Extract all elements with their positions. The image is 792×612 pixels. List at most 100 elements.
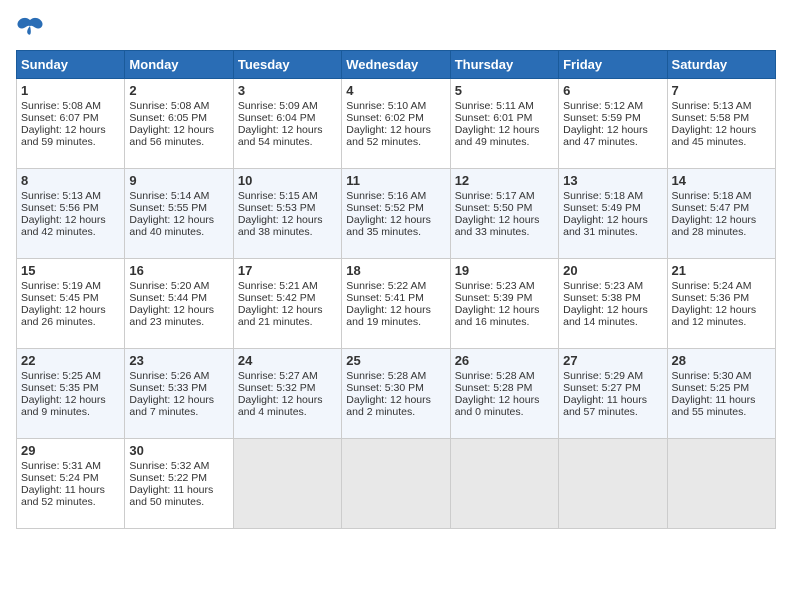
calendar-cell: 23Sunrise: 5:26 AMSunset: 5:33 PMDayligh… — [125, 349, 233, 439]
cell-text: Sunrise: 5:23 AM — [563, 280, 662, 292]
cell-text: and 28 minutes. — [672, 226, 771, 238]
cell-text: Sunset: 5:59 PM — [563, 112, 662, 124]
cell-text: and 14 minutes. — [563, 316, 662, 328]
cell-text: and 0 minutes. — [455, 406, 554, 418]
calendar-table: SundayMondayTuesdayWednesdayThursdayFrid… — [16, 50, 776, 529]
cell-text: Sunrise: 5:09 AM — [238, 100, 337, 112]
calendar-cell — [342, 439, 450, 529]
cell-text: Sunrise: 5:14 AM — [129, 190, 228, 202]
cell-text: Sunrise: 5:08 AM — [21, 100, 120, 112]
calendar-cell: 28Sunrise: 5:30 AMSunset: 5:25 PMDayligh… — [667, 349, 775, 439]
day-number: 26 — [455, 353, 554, 368]
day-number: 1 — [21, 83, 120, 98]
day-number: 23 — [129, 353, 228, 368]
cell-text: Sunset: 5:30 PM — [346, 382, 445, 394]
cell-text: and 52 minutes. — [346, 136, 445, 148]
day-number: 28 — [672, 353, 771, 368]
cell-text: Sunset: 5:42 PM — [238, 292, 337, 304]
cell-text: Daylight: 11 hours — [21, 484, 120, 496]
day-number: 21 — [672, 263, 771, 278]
cell-text: Sunrise: 5:19 AM — [21, 280, 120, 292]
day-number: 5 — [455, 83, 554, 98]
cell-text: and 35 minutes. — [346, 226, 445, 238]
cell-text: Sunrise: 5:15 AM — [238, 190, 337, 202]
cell-text: Sunrise: 5:22 AM — [346, 280, 445, 292]
cell-text: Sunrise: 5:26 AM — [129, 370, 228, 382]
cell-text: Daylight: 12 hours — [672, 124, 771, 136]
cell-text: Sunrise: 5:27 AM — [238, 370, 337, 382]
day-number: 24 — [238, 353, 337, 368]
cell-text: Daylight: 12 hours — [346, 124, 445, 136]
calendar-cell: 5Sunrise: 5:11 AMSunset: 6:01 PMDaylight… — [450, 79, 558, 169]
calendar-cell: 27 Sunrise: 5:29 AMSunset: 5:27 PMDayligh… — [559, 349, 667, 439]
cell-text: Daylight: 12 hours — [238, 124, 337, 136]
cell-text: and 52 minutes. — [21, 496, 120, 508]
calendar-cell — [233, 439, 341, 529]
calendar-cell: 14Sunrise: 5:18 AMSunset: 5:47 PMDayligh… — [667, 169, 775, 259]
weekday-header-saturday: Saturday — [667, 51, 775, 79]
day-number: 30 — [129, 443, 228, 458]
cell-text: and 38 minutes. — [238, 226, 337, 238]
cell-text: and 54 minutes. — [238, 136, 337, 148]
calendar-cell: 11Sunrise: 5:16 AMSunset: 5:52 PMDayligh… — [342, 169, 450, 259]
weekday-header-monday: Monday — [125, 51, 233, 79]
cell-text: Sunrise: 5:11 AM — [455, 100, 554, 112]
cell-text: Daylight: 12 hours — [563, 304, 662, 316]
cell-text: Daylight: 12 hours — [455, 394, 554, 406]
day-number: 29 — [21, 443, 120, 458]
cell-text: Sunrise: 5:18 AM — [672, 190, 771, 202]
cell-text: and 47 minutes. — [563, 136, 662, 148]
cell-text: Sunset: 5:53 PM — [238, 202, 337, 214]
calendar-cell: 10Sunrise: 5:15 AMSunset: 5:53 PMDayligh… — [233, 169, 341, 259]
logo — [16, 16, 48, 38]
cell-text: and 4 minutes. — [238, 406, 337, 418]
cell-text: Sunset: 5:27 PM — [563, 382, 662, 394]
cell-text: Sunset: 5:24 PM — [21, 472, 120, 484]
day-number: 16 — [129, 263, 228, 278]
cell-text: Sunrise: 5:29 AM — [563, 370, 662, 382]
cell-text: Sunset: 5:50 PM — [455, 202, 554, 214]
calendar-cell: 22Sunrise: 5:25 AMSunset: 5:35 PMDayligh… — [17, 349, 125, 439]
day-number: 3 — [238, 83, 337, 98]
cell-text: and 21 minutes. — [238, 316, 337, 328]
calendar-cell: 26Sunrise: 5:28 AMSunset: 5:28 PMDayligh… — [450, 349, 558, 439]
calendar-cell: 19Sunrise: 5:23 AMSunset: 5:39 PMDayligh… — [450, 259, 558, 349]
cell-text: Daylight: 12 hours — [346, 214, 445, 226]
cell-text: Daylight: 12 hours — [455, 214, 554, 226]
cell-text: Daylight: 11 hours — [672, 394, 771, 406]
cell-text: and 57 minutes. — [563, 406, 662, 418]
cell-text: Sunrise: 5:31 AM — [21, 460, 120, 472]
cell-text: Daylight: 12 hours — [21, 214, 120, 226]
day-number: 11 — [346, 173, 445, 188]
cell-text: and 40 minutes. — [129, 226, 228, 238]
cell-text: Sunset: 6:05 PM — [129, 112, 228, 124]
cell-text: Sunset: 5:32 PM — [238, 382, 337, 394]
cell-text: Sunrise: 5:18 AM — [563, 190, 662, 202]
cell-text: and 23 minutes. — [129, 316, 228, 328]
cell-text: Daylight: 11 hours — [563, 394, 662, 406]
cell-text: Daylight: 12 hours — [21, 124, 120, 136]
day-number: 8 — [21, 173, 120, 188]
calendar-cell — [667, 439, 775, 529]
cell-text: Sunrise: 5:17 AM — [455, 190, 554, 202]
day-number: 7 — [672, 83, 771, 98]
cell-text: Sunrise: 5:32 AM — [129, 460, 228, 472]
cell-text: Daylight: 12 hours — [563, 214, 662, 226]
cell-text: Sunset: 5:49 PM — [563, 202, 662, 214]
day-number: 2 — [129, 83, 228, 98]
cell-text: and 26 minutes. — [21, 316, 120, 328]
day-number: 17 — [238, 263, 337, 278]
day-number: 6 — [563, 83, 662, 98]
weekday-header-wednesday: Wednesday — [342, 51, 450, 79]
cell-text: Daylight: 12 hours — [21, 304, 120, 316]
cell-text: and 45 minutes. — [672, 136, 771, 148]
day-number: 22 — [21, 353, 120, 368]
cell-text: Sunset: 5:47 PM — [672, 202, 771, 214]
day-number: 27 — [563, 353, 662, 368]
cell-text: Sunrise: 5:13 AM — [672, 100, 771, 112]
cell-text: Daylight: 12 hours — [563, 124, 662, 136]
cell-text: Sunset: 5:39 PM — [455, 292, 554, 304]
calendar-cell: 25Sunrise: 5:28 AMSunset: 5:30 PMDayligh… — [342, 349, 450, 439]
cell-text: Sunrise: 5:12 AM — [563, 100, 662, 112]
day-number: 14 — [672, 173, 771, 188]
